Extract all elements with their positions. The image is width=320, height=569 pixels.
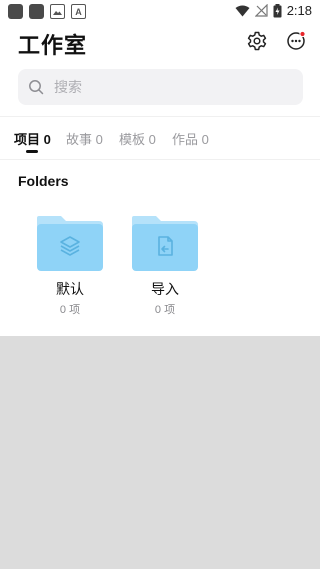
bottom-overlay [0,336,320,569]
folder-item-count: 0 项 [59,304,81,316]
tab-stories[interactable]: 故事 0 [66,129,103,148]
active-tab-indicator [26,150,38,153]
folder-import[interactable]: 导入 0 项 [125,213,205,317]
status-time: 2:18 [286,3,312,18]
battery-charging-icon [273,3,282,17]
folder-icon [132,216,198,271]
folders-section-title: Folders [18,173,69,189]
gear-icon [247,31,267,51]
tab-works[interactable]: 作品 0 [172,129,209,148]
a-letter-icon: A [71,4,86,19]
no-signal-icon [254,4,268,17]
image-icon [50,4,65,19]
search-bar[interactable] [18,69,303,105]
wifi-icon [235,5,250,16]
status-bar-notifications: A [8,4,86,19]
page-title: 工作室 [18,33,88,58]
tab-projects[interactable]: 项目 0 [14,129,51,148]
folder-name: 默认 [56,281,84,297]
more-dots-icon [287,30,306,50]
folder-icon [37,216,103,271]
status-bar-system: 2:18 [235,3,312,18]
more-options-button[interactable] [285,30,307,52]
tab-templates[interactable]: 模板 0 [119,129,156,148]
search-icon [29,80,44,95]
search-input[interactable] [52,78,276,96]
folder-default[interactable]: 默认 0 项 [30,213,110,317]
folder-item-count: 0 项 [154,304,176,316]
header: 工作室 [18,28,308,58]
status-bar: A 2:18 [0,0,320,24]
settings-button[interactable] [246,30,268,52]
tab-bar: 项目 0 故事 0 模板 0 作品 0 [0,116,320,160]
app-notification-icon [8,4,23,19]
app-notification-icon [29,4,44,19]
folder-name: 导入 [151,281,179,297]
